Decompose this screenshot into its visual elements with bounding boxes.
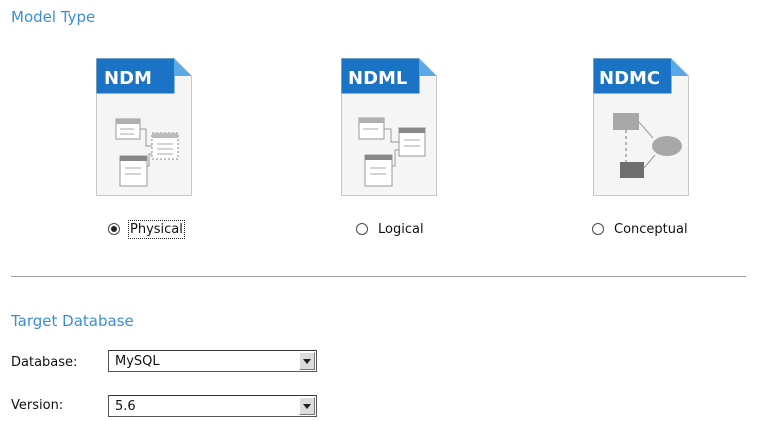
- physical-model-file-icon: NDM: [96, 58, 192, 196]
- section-divider: [11, 276, 746, 277]
- version-select-value: 5.6: [115, 399, 136, 414]
- conceptual-radio-option[interactable]: Conceptual: [592, 219, 689, 239]
- database-select[interactable]: MySQL: [108, 350, 317, 372]
- conceptual-model-file-icon: NDMC: [593, 58, 689, 196]
- database-select-value: MySQL: [115, 354, 160, 369]
- conceptual-radio[interactable]: [592, 223, 604, 235]
- physical-radio-label[interactable]: Physical: [128, 219, 185, 239]
- logical-radio-label[interactable]: Logical: [377, 221, 425, 238]
- database-label: Database:: [11, 355, 78, 370]
- version-select[interactable]: 5.6: [108, 395, 317, 417]
- conceptual-radio-label[interactable]: Conceptual: [613, 221, 689, 238]
- model-type-heading: Model Type: [11, 8, 96, 26]
- logical-radio-option[interactable]: Logical: [356, 219, 425, 239]
- logical-radio[interactable]: [356, 223, 368, 235]
- target-database-heading: Target Database: [11, 312, 134, 330]
- logical-model-file-icon: NDML: [341, 58, 437, 196]
- physical-radio[interactable]: [108, 223, 120, 235]
- physical-radio-option[interactable]: Physical: [108, 219, 185, 239]
- version-dropdown-arrow-icon[interactable]: [299, 397, 315, 415]
- ndm-badge-text: NDM: [104, 68, 152, 89]
- version-label: Version:: [11, 398, 64, 413]
- physical-model-card[interactable]: NDM: [96, 58, 192, 196]
- ndmc-badge-text: NDMC: [599, 68, 660, 89]
- database-dropdown-arrow-icon[interactable]: [299, 352, 315, 370]
- logical-model-card[interactable]: NDML: [341, 58, 437, 196]
- ndml-badge-text: NDML: [348, 68, 407, 89]
- conceptual-model-card[interactable]: NDMC: [593, 58, 689, 196]
